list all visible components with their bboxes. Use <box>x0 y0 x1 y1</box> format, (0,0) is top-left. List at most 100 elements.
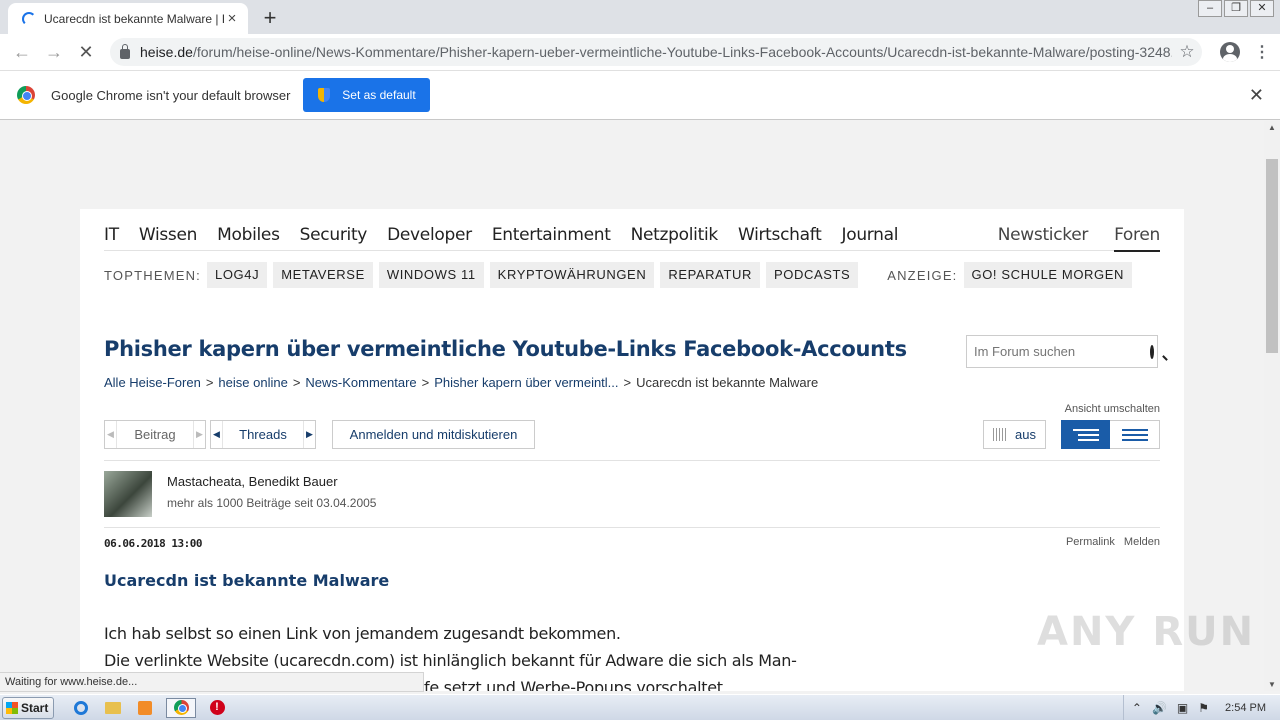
thread-title[interactable]: Phisher kapern über vermeintliche Youtub… <box>104 337 907 361</box>
content-card: IT Wissen Mobiles Security Developer Ent… <box>80 209 1184 691</box>
nav-item-mobiles[interactable]: Mobiles <box>217 225 280 245</box>
nav-item-it[interactable]: IT <box>104 225 119 245</box>
windows-taskbar: Start ! ⌃ 🔊 ▣ ⚑ 2:54 PM <box>0 694 1280 720</box>
avatar[interactable] <box>104 471 152 517</box>
status-bubble: Waiting for www.heise.de... <box>0 672 424 692</box>
aus-label: aus <box>1015 427 1036 442</box>
permalink-link[interactable]: Permalink <box>1066 536 1115 548</box>
threaded-view-button[interactable] <box>1061 420 1110 449</box>
ad-label: ANZEIGE: <box>887 267 958 283</box>
stop-loading-icon[interactable]: ✕ <box>70 42 102 63</box>
threads-label: Threads <box>239 427 287 442</box>
forum-search <box>966 335 1158 368</box>
topic-reparatur[interactable]: REPARATUR <box>660 262 760 288</box>
nav-item-developer[interactable]: Developer <box>387 225 472 245</box>
start-label: Start <box>21 700 49 715</box>
restore-icon[interactable]: ❐ <box>1224 0 1248 17</box>
post-body-line: Die verlinkte Website (ucarecdn.com) ist… <box>104 651 797 670</box>
login-discuss-button[interactable]: Anmelden und mitdiskutieren <box>332 420 535 449</box>
window-controls: – ❐ ✕ <box>1196 0 1274 17</box>
nav-item-journal[interactable]: Journal <box>842 225 899 245</box>
forward-icon[interactable]: → <box>38 42 70 63</box>
nav-item-foren[interactable]: Foren <box>1114 225 1160 252</box>
nav-item-wissen[interactable]: Wissen <box>139 225 198 245</box>
previous-post-icon[interactable]: ◀ <box>105 421 117 448</box>
volume-icon[interactable]: 🔊 <box>1152 701 1167 715</box>
breadcrumb-item[interactable]: heise online <box>218 375 287 390</box>
flat-view-icon <box>1121 428 1148 441</box>
top-topics-bar: TOPTHEMEN: LOG4J METAVERSE WINDOWS 11 KR… <box>104 262 1160 288</box>
shield-icon <box>318 88 331 102</box>
flat-view-button[interactable] <box>1110 420 1160 449</box>
scroll-thumb[interactable] <box>1266 159 1278 353</box>
topic-podcasts[interactable]: PODCASTS <box>765 262 859 288</box>
topic-kryptowaehrungen[interactable]: KRYPTOWÄHRUNGEN <box>489 262 655 288</box>
next-post-icon[interactable]: ▶ <box>193 421 205 448</box>
start-button[interactable]: Start <box>2 696 54 719</box>
flag-icon[interactable]: ⚑ <box>1198 701 1209 715</box>
profile-icon[interactable] <box>1220 42 1240 62</box>
menu-icon[interactable]: ⋮ <box>1254 42 1270 62</box>
threading-off-button[interactable]: aus <box>983 420 1046 449</box>
ad-topic[interactable]: GO! SCHULE MORGEN <box>963 262 1132 288</box>
url-text[interactable]: heise.de/forum/heise-online/News-Komment… <box>140 44 1172 60</box>
minimize-icon[interactable]: – <box>1198 0 1222 17</box>
chrome-logo-icon <box>17 86 35 104</box>
infobar-close-icon[interactable]: ✕ <box>1249 85 1264 106</box>
tab-close-icon[interactable]: × <box>224 10 240 27</box>
author-name[interactable]: Mastacheata, Benedikt Bauer <box>167 474 338 489</box>
nav-item-security[interactable]: Security <box>300 225 368 245</box>
scroll-up-icon[interactable]: ▲ <box>1264 123 1280 132</box>
nav-item-entertainment[interactable]: Entertainment <box>492 225 611 245</box>
chrome-taskbar-icon[interactable] <box>166 697 196 718</box>
next-thread-icon[interactable]: ▶ <box>303 421 315 448</box>
nav-item-netzpolitik[interactable]: Netzpolitik <box>631 225 719 245</box>
page-scrollbar[interactable]: ▲ ▼ <box>1264 121 1280 691</box>
previous-thread-icon[interactable]: ◀ <box>211 421 223 448</box>
lock-icon <box>120 44 130 59</box>
back-icon[interactable]: ← <box>6 42 38 63</box>
breadcrumb-separator: > <box>623 375 632 390</box>
scroll-down-icon[interactable]: ▼ <box>1264 680 1280 689</box>
new-tab-icon[interactable]: + <box>258 5 282 31</box>
breadcrumb-separator: > <box>205 375 214 390</box>
nav-item-wirtschaft[interactable]: Wirtschaft <box>738 225 822 245</box>
clock[interactable]: 2:54 PM <box>1225 702 1266 714</box>
address-bar[interactable]: heise.de/forum/heise-online/News-Komment… <box>110 38 1202 66</box>
post-body-line: Ich hab selbst so einen Link von jemande… <box>104 624 621 643</box>
post-title: Ucarecdn ist bekannte Malware <box>104 571 390 590</box>
thread-tools: ◀ Beitrag ▶ ◀ Threads ▶ Anmelden und mit… <box>104 403 1160 450</box>
threaded-view-icon <box>1072 428 1099 441</box>
search-icon[interactable] <box>1150 344 1154 359</box>
breadcrumb-separator: > <box>292 375 301 390</box>
breadcrumb-item[interactable]: News-Kommentare <box>305 375 416 390</box>
network-icon[interactable]: ▣ <box>1177 701 1188 715</box>
browser-tab[interactable]: Ucarecdn ist bekannte Malware | Fo × <box>8 3 248 34</box>
author-meta: mehr als 1000 Beiträge seit 03.04.2005 <box>167 496 377 510</box>
forum-search-input[interactable] <box>974 344 1150 359</box>
stop-taskbar-icon[interactable]: ! <box>206 698 228 718</box>
main-navigation: IT Wissen Mobiles Security Developer Ent… <box>104 219 1160 252</box>
breadcrumb-item[interactable]: Phisher kapern über vermeintl... <box>434 375 618 390</box>
post-actions: Permalink Melden <box>1060 536 1160 548</box>
nav-item-newsticker[interactable]: Newsticker <box>998 225 1089 245</box>
breadcrumb-item[interactable]: Alle Heise-Foren <box>104 375 201 390</box>
set-as-default-button[interactable]: Set as default <box>303 78 431 112</box>
topic-metaverse[interactable]: METAVERSE <box>273 262 373 288</box>
bookmark-star-icon[interactable]: ☆ <box>1172 42 1202 62</box>
topic-log4j[interactable]: LOG4J <box>207 262 268 288</box>
close-window-icon[interactable]: ✕ <box>1250 0 1274 17</box>
explorer-taskbar-icon[interactable] <box>102 698 124 718</box>
topic-windows-11[interactable]: WINDOWS 11 <box>378 262 484 288</box>
view-toggle-label: Ansicht umschalten <box>1064 403 1160 415</box>
media-player-taskbar-icon[interactable] <box>134 698 156 718</box>
post-date: 06.06.2018 13:00 <box>104 537 202 550</box>
bars-icon <box>993 428 1008 441</box>
report-link[interactable]: Melden <box>1124 536 1160 548</box>
system-tray: ⌃ 🔊 ▣ ⚑ 2:54 PM <box>1122 695 1280 720</box>
loading-spinner-icon <box>22 11 36 26</box>
windows-logo-icon <box>6 701 18 714</box>
ie-taskbar-icon[interactable] <box>70 698 92 718</box>
tray-expand-icon[interactable]: ⌃ <box>1132 701 1142 715</box>
threads-pager: ◀ Threads ▶ <box>210 420 316 449</box>
